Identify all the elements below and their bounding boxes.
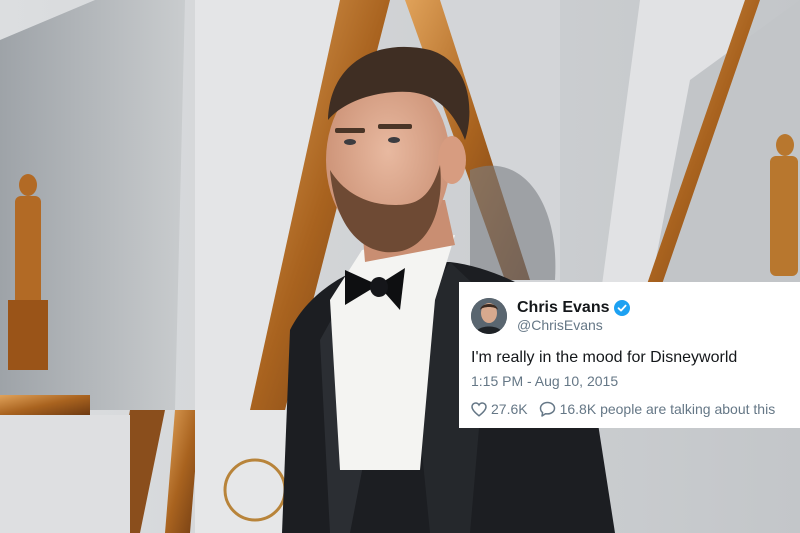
reply-button[interactable]: 16.8K people are talking about this: [539, 401, 776, 417]
talking-count: 16.8K people are talking about this: [559, 401, 776, 417]
verified-badge-icon: [614, 299, 631, 316]
like-count: 27.6K: [491, 401, 528, 417]
heart-icon: [471, 401, 487, 417]
tweet-header: Chris Evans @ChrisEvans: [471, 296, 788, 336]
like-button[interactable]: 27.6K: [471, 401, 528, 417]
avatar[interactable]: [471, 298, 507, 334]
speech-bubble-icon: [539, 401, 555, 417]
tweet-author-name[interactable]: Chris Evans: [517, 298, 609, 317]
tweet-actions: 27.6K 16.8K people are talking about thi…: [471, 401, 788, 417]
tweet-author-handle[interactable]: @ChrisEvans: [517, 317, 630, 334]
tweet-card[interactable]: Chris Evans @ChrisEvans I'm really in th…: [459, 282, 800, 428]
tweet-timestamp[interactable]: 1:15 PM - Aug 10, 2015: [471, 373, 788, 390]
tweet-text: I'm really in the mood for Disneyworld: [471, 349, 738, 366]
background-photo: [0, 0, 800, 533]
